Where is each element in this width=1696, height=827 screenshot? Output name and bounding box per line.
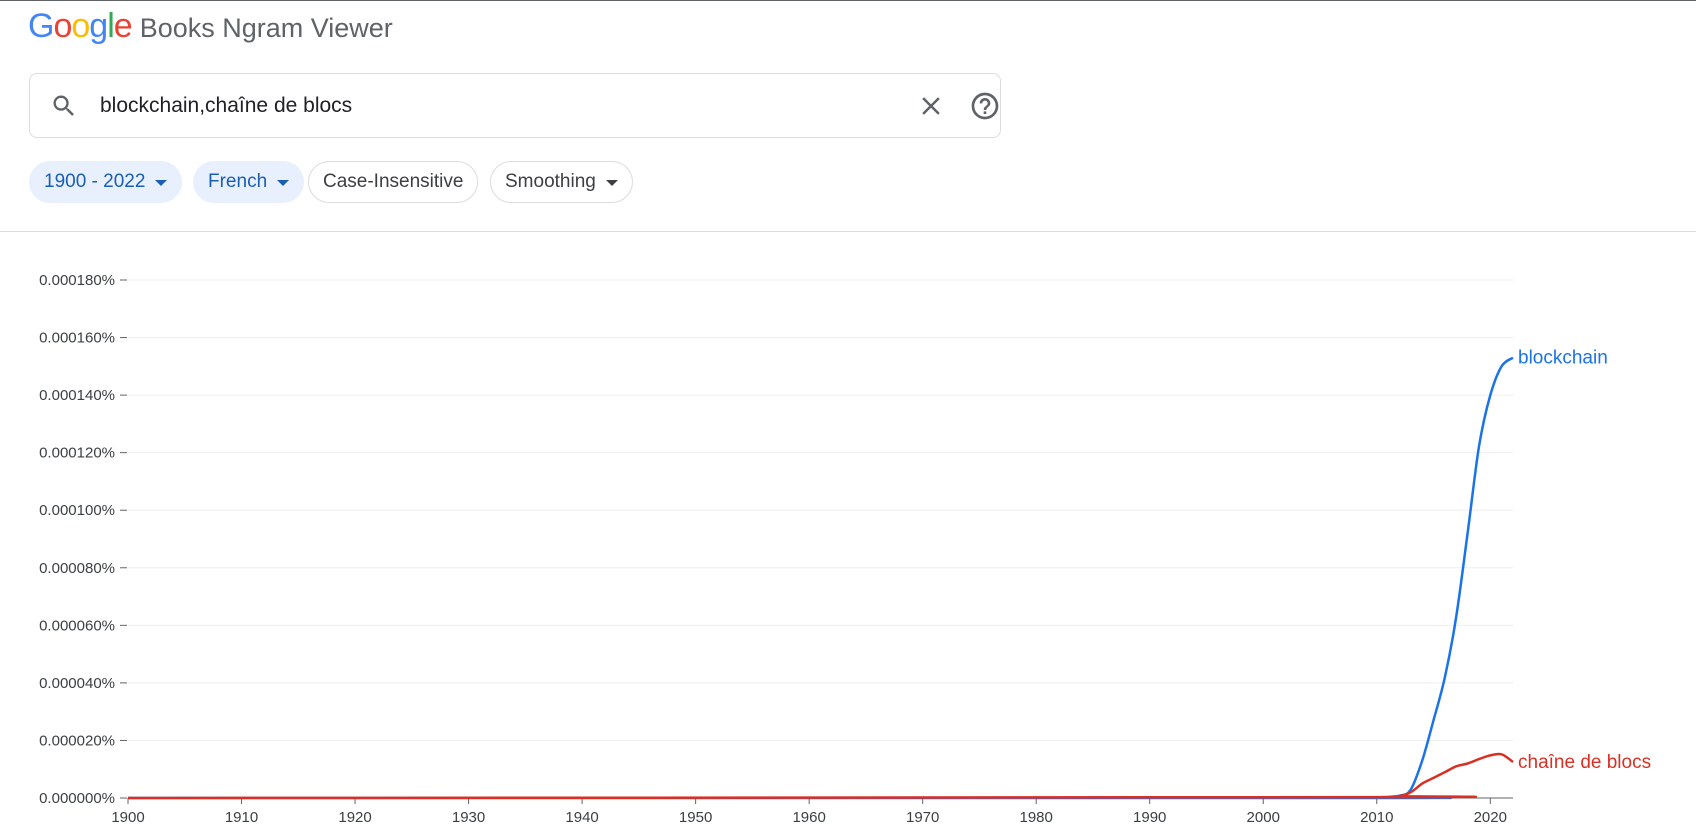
x-tick-label: 1950 — [679, 809, 712, 826]
series-label: chaîne de blocs — [1518, 752, 1651, 773]
ngram-chart: 0.000000% 0.000020% 0.000040% 0.000060% 0.00… — [39, 272, 1651, 826]
x-tick-label: 1920 — [338, 809, 371, 826]
x-tick-label: 1970 — [906, 809, 939, 826]
close-icon[interactable] — [916, 91, 946, 121]
corpus-dropdown[interactable]: French — [193, 161, 305, 203]
logo-letter: e — [113, 7, 133, 45]
series-line-blockchain — [127, 356, 1514, 800]
y-tick-label: 0.000160% — [39, 330, 115, 347]
corpus-label: French — [208, 171, 268, 192]
case-insensitive-toggle[interactable]: Case-Insensitive — [308, 161, 479, 203]
x-tick-label: 1900 — [111, 809, 144, 826]
chevron-down-icon — [605, 180, 618, 186]
x-tick-label: 2010 — [1360, 809, 1393, 826]
year-range-dropdown[interactable]: 1900 - 2022 — [29, 161, 183, 203]
case-insensitive-label: Case-Insensitive — [323, 171, 464, 192]
y-tick-label: 0.000120% — [39, 445, 115, 462]
search-input[interactable]: blockchain,chaîne de blocs — [100, 74, 352, 137]
y-tick-label: 0.000100% — [39, 502, 115, 519]
smoothing-label: Smoothing — [505, 171, 596, 192]
y-tick-label: 0.000060% — [39, 617, 115, 634]
x-tick-label: 2020 — [1474, 809, 1507, 826]
google-wordmark: Google — [28, 6, 133, 46]
x-tick-label: 1940 — [565, 809, 598, 826]
logo-letter: o — [53, 7, 72, 45]
y-tick-label: 0.000140% — [39, 387, 115, 404]
y-tick-label: 0.000000% — [39, 790, 115, 807]
series-line-chaine-de-blocs — [127, 752, 1514, 800]
chevron-down-icon — [155, 180, 168, 186]
logo-letter: G — [28, 7, 54, 45]
product-name: Books Ngram Viewer — [139, 13, 393, 43]
series-label: blockchain — [1518, 348, 1608, 369]
search-box[interactable]: blockchain,chaîne de blocs — [29, 73, 1001, 138]
year-range-label: 1900 - 2022 — [44, 171, 146, 192]
app-logo[interactable]: Google Books Ngram Viewer — [28, 6, 393, 46]
x-tick-label: 1930 — [452, 809, 485, 826]
help-circle-icon[interactable] — [969, 90, 1001, 122]
top-border — [0, 0, 1696, 1]
y-tick-label: 0.000180% — [39, 272, 115, 289]
search-icon[interactable] — [50, 92, 78, 120]
y-tick-label: 0.000040% — [39, 675, 115, 692]
y-tick-label: 0.000020% — [39, 732, 115, 749]
x-tick-label: 1910 — [225, 809, 258, 826]
x-tick-label: 1960 — [792, 809, 825, 826]
logo-letter: g — [89, 7, 108, 45]
y-tick-label: 0.000080% — [39, 560, 115, 577]
logo-letter: o — [71, 7, 90, 45]
x-tick-label: 1990 — [1133, 809, 1166, 826]
smoothing-dropdown[interactable]: Smoothing — [490, 161, 633, 203]
x-tick-label: 2000 — [1247, 809, 1280, 826]
x-tick-label: 1980 — [1020, 809, 1053, 826]
chevron-down-icon — [277, 180, 290, 186]
